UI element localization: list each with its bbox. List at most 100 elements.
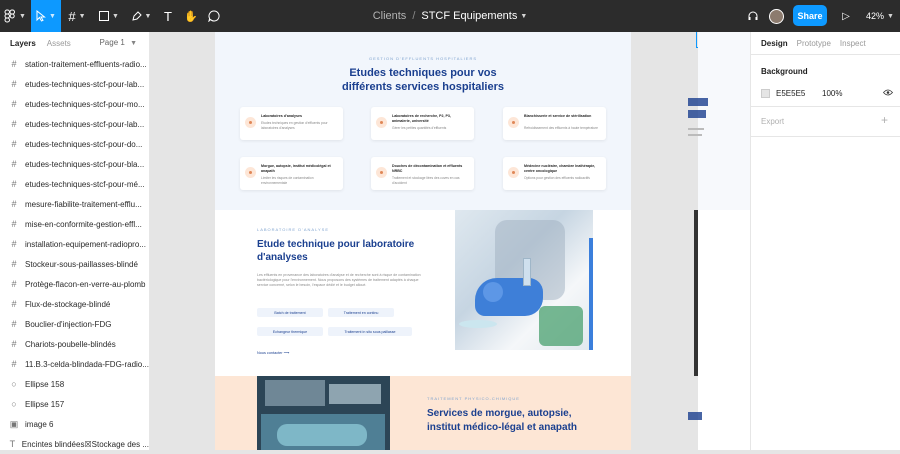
layer-row[interactable]: # mise-en-conformite-gestion-effl...	[0, 214, 149, 234]
chevron-down-icon: ▼	[887, 12, 894, 20]
file-name[interactable]: STCF Equipements	[421, 10, 517, 22]
layer-row[interactable]: #11.B.3-celda-blindada-FDG-radio...	[0, 354, 149, 374]
layer-label: etudes-techniques-stcf-pour-lab...	[25, 119, 145, 129]
layer-label: etudes-techniques-stcf-pour-bla...	[25, 159, 145, 169]
shape-tool-button[interactable]: ▼	[94, 0, 124, 32]
layer-row[interactable]: # Flux-de-stockage-blindé	[0, 294, 149, 314]
frame-icon: #	[11, 279, 17, 289]
background-opacity-input[interactable]: 100%	[822, 89, 842, 98]
layer-label: Ellipse 158	[25, 379, 65, 389]
layer-row[interactable]: ○ Ellipse 158	[0, 374, 149, 394]
lab-more-link-label: Nous contacter	[257, 351, 283, 355]
breadcrumb[interactable]: Clients	[373, 10, 407, 22]
layer-row[interactable]: # etudes-techniques-stcf-pour-do...	[0, 134, 149, 154]
chevron-down-icon[interactable]: ▼	[520, 13, 527, 20]
hero-title: Etudes techniques pour vos différents se…	[215, 66, 631, 94]
chevron-down-icon: ▼	[49, 12, 56, 20]
frame-icon: #	[11, 119, 17, 129]
layer-row[interactable]: T Encintes blindées☒Stockage des ...	[0, 434, 149, 454]
layer-row[interactable]: # Bouclier-d'injection-FDG	[0, 314, 149, 334]
layer-row[interactable]: # etudes-techniques-stcf-pour-lab...	[0, 74, 149, 94]
ellipse-icon: ○	[11, 399, 17, 409]
layer-row[interactable]: ▣ image 6	[0, 414, 149, 434]
service-card[interactable]: Douches de décontamination et effluents …	[371, 157, 474, 190]
layer-label: installation-equipement-radiopro...	[25, 239, 146, 249]
headphones-icon	[748, 11, 758, 20]
layer-label: Ellipse 157	[25, 399, 65, 409]
move-tool-button[interactable]: ▼	[31, 0, 61, 32]
tab-design[interactable]: Design	[761, 39, 788, 48]
layer-row[interactable]: # installation-equipement-radiopro...	[0, 234, 149, 254]
page-frame[interactable]: GESTION D'EFFLUENTS HOSPITALIERS Etudes …	[215, 32, 631, 450]
service-card-title: Morgue, autopsie, institut médicolégal e…	[261, 164, 331, 173]
present-button[interactable]: ▷	[836, 0, 856, 32]
side-frame-preview[interactable]	[688, 32, 750, 450]
main-menu-button[interactable]: ▼	[0, 0, 30, 32]
zoom-menu[interactable]: 42% ▼	[862, 0, 898, 32]
background-hex-input[interactable]: E5E5E5	[776, 89, 816, 98]
layer-row[interactable]: # Protège-flacon-en-verre-au-plomb	[0, 274, 149, 294]
tab-prototype[interactable]: Prototype	[797, 39, 831, 48]
plus-icon[interactable]: +	[881, 113, 888, 127]
layer-row[interactable]: # Chariots-poubelle-blindés	[0, 334, 149, 354]
text-icon: T	[9, 439, 16, 449]
hero-section: GESTION D'EFFLUENTS HOSPITALIERS Etudes …	[215, 32, 631, 210]
lab-kicker: LABORATOIRE D'ANALYSE	[257, 227, 330, 232]
page-name: Page 1	[99, 38, 125, 47]
pill-continu[interactable]: Traitement en continu	[328, 308, 394, 317]
layer-row[interactable]: # station-traitement-effluents-radio...	[0, 54, 149, 74]
eye-icon[interactable]	[882, 89, 894, 98]
pill-echangeur[interactable]: Echangeur thermique	[257, 327, 323, 336]
tab-assets[interactable]: Assets	[47, 39, 71, 48]
service-card[interactable]: Blanchisserie et service de stérilisatio…	[503, 107, 606, 140]
layer-row[interactable]: # etudes-techniques-stcf-pour-mo...	[0, 94, 149, 114]
layer-row[interactable]: # etudes-techniques-stcf-pour-bla...	[0, 154, 149, 174]
tab-inspect[interactable]: Inspect	[840, 39, 866, 48]
user-avatar-button[interactable]	[766, 0, 786, 32]
service-card[interactable]: Laboratoires de recherche, P2, P3, anima…	[371, 107, 474, 140]
divider	[751, 106, 900, 107]
hand-tool-button[interactable]: ✋	[180, 0, 202, 32]
tab-layers[interactable]: Layers	[10, 39, 36, 48]
service-card-desc: Traitement et stockage liées des cuves e…	[392, 176, 460, 185]
service-card-title: Médecine nucléaire, chambre lnathérapie,…	[524, 164, 596, 173]
pill-in-situ[interactable]: Traitement in situ sous paillasse	[328, 327, 412, 336]
color-swatch[interactable]	[761, 88, 770, 98]
design-canvas[interactable]: GESTION D'EFFLUENTS HOSPITALIERS Etudes …	[150, 32, 750, 450]
comment-tool-button[interactable]	[203, 0, 225, 32]
service-icon	[508, 167, 519, 178]
layer-row[interactable]: # Stockeur-sous-paillasses-blindé	[0, 254, 149, 274]
right-panel-tabs: Design Prototype Inspect	[751, 32, 900, 54]
morgue-kicker: TRAITEMENT PHYSICO-CHIMIQUE	[427, 396, 520, 401]
layer-label: station-traitement-effluents-radio...	[25, 59, 147, 69]
layer-label: Stockeur-sous-paillasses-blindé	[25, 259, 138, 269]
layer-row[interactable]: # etudes-techniques-stcf-pour-mé...	[0, 174, 149, 194]
service-card[interactable]: Médecine nucléaire, chambre lnathérapie,…	[503, 157, 606, 190]
frame-tool-button[interactable]: # ▼	[62, 0, 92, 32]
comment-icon	[208, 10, 220, 22]
frame-icon: #	[11, 299, 17, 309]
pen-tool-button[interactable]: ▼	[126, 0, 156, 32]
text-tool-button[interactable]: T	[157, 0, 179, 32]
frame-icon: #	[11, 159, 17, 169]
page-selector[interactable]: Page 1 ▼	[99, 38, 137, 47]
service-card[interactable]: Laboratoires d'analyses Etudes techniques…	[240, 107, 343, 140]
chevron-down-icon: ▼	[78, 12, 86, 20]
service-card-title: Douches de décontamination et effluents …	[392, 164, 463, 173]
share-button[interactable]: Share	[793, 5, 827, 26]
background-fill-row[interactable]: E5E5E5 100%	[761, 86, 894, 100]
frame-icon: #	[11, 219, 17, 229]
layer-row[interactable]: # mesure-fiabilite-traitement-efflu...	[0, 194, 149, 214]
layer-label: 11.B.3-celda-blindada-FDG-radio...	[25, 359, 149, 369]
chevron-down-icon: ▼	[19, 12, 26, 20]
service-card-desc: Gérer les petites quantités d'effluents	[392, 126, 447, 130]
layer-label: Chariots-poubelle-blindés	[25, 339, 116, 349]
audio-button[interactable]	[742, 0, 764, 32]
layer-row[interactable]: # etudes-techniques-stcf-pour-lab...	[0, 114, 149, 134]
lab-more-link[interactable]: Nous contacter ⟶	[257, 350, 289, 355]
layer-label: etudes-techniques-stcf-pour-do...	[25, 139, 143, 149]
service-card[interactable]: Morgue, autopsie, institut médicolégal e…	[240, 157, 343, 190]
service-card-title: Laboratoires de recherche, P2, P3, anima…	[392, 114, 451, 123]
pill-batch[interactable]: Batch de traitement	[257, 308, 323, 317]
layer-row[interactable]: ○ Ellipse 157	[0, 394, 149, 414]
